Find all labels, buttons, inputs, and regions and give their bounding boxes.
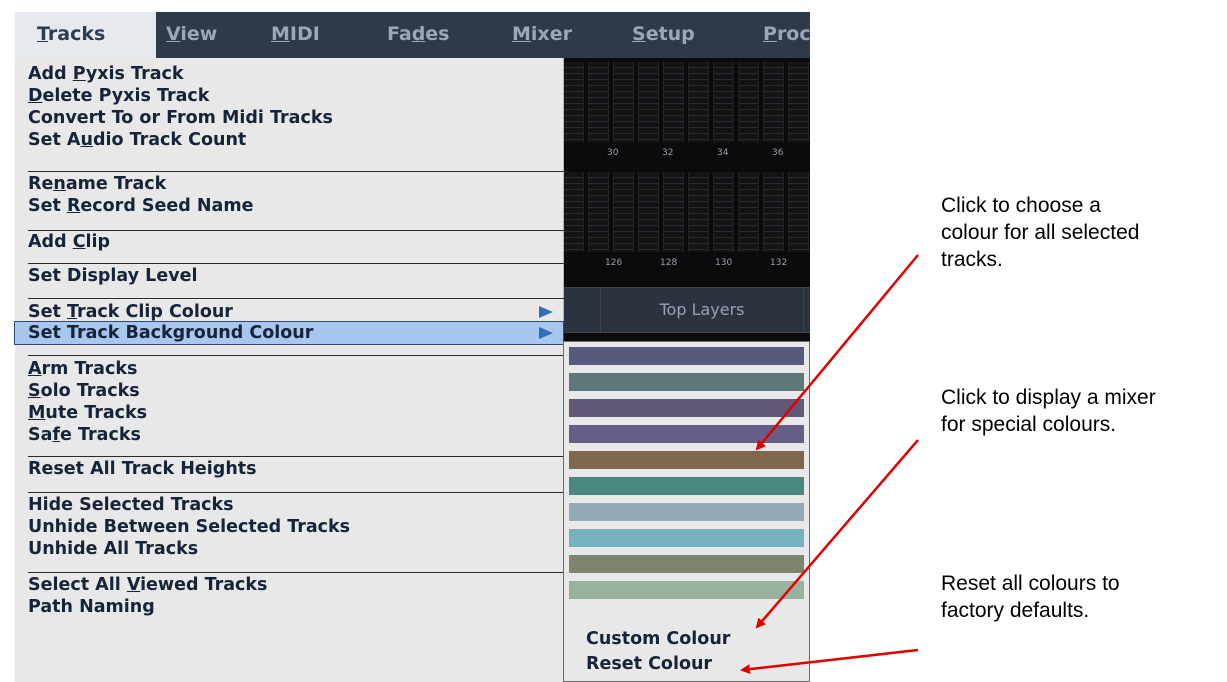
arrow-to-reset-colour	[740, 648, 919, 675]
arrow-to-swatch	[755, 254, 919, 451]
arrow-to-custom-colour	[755, 439, 919, 629]
annotation-arrows	[740, 254, 919, 675]
